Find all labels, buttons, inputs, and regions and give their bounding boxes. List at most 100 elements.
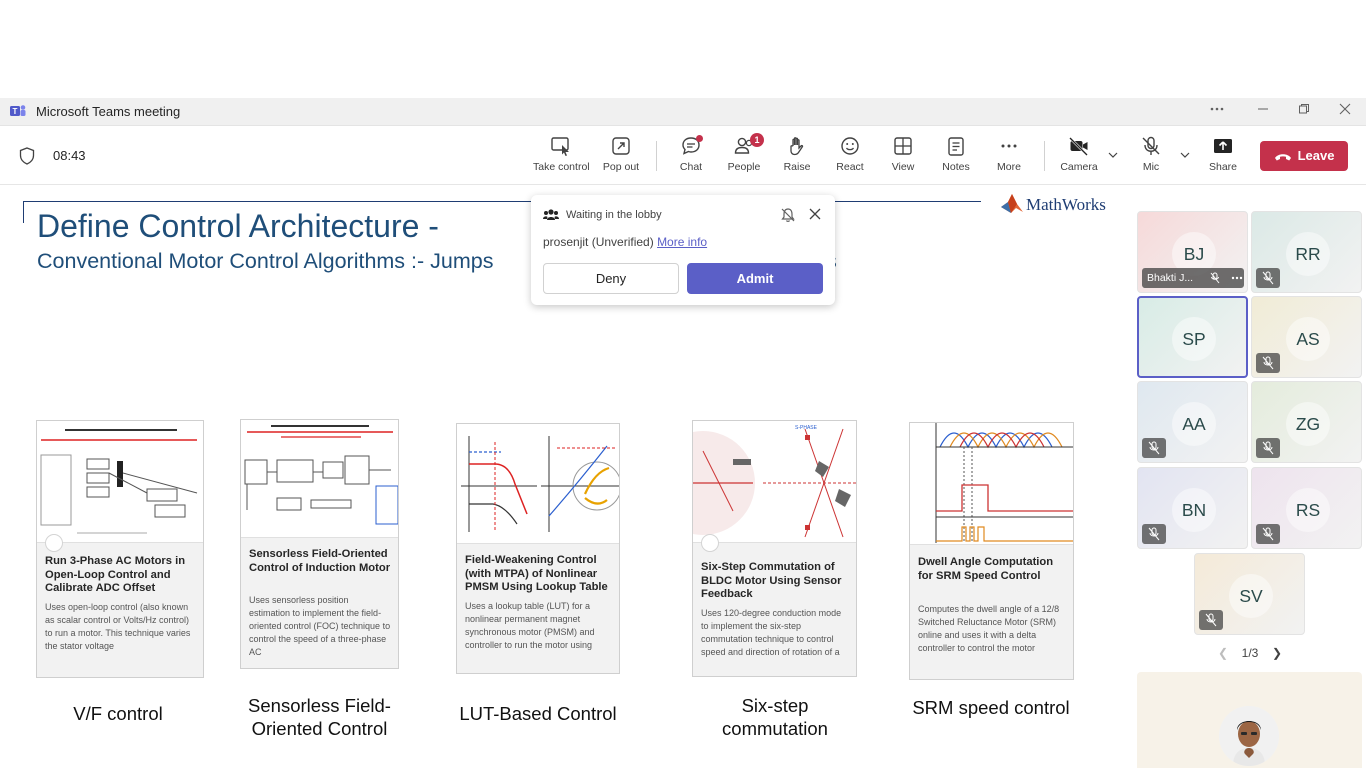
mic-off-icon [1148, 441, 1160, 455]
card-thumbnail [910, 423, 1073, 545]
mute-notifications-icon[interactable] [780, 207, 796, 223]
participant-tile[interactable]: BJ Bhakti J... [1137, 211, 1248, 293]
six-step-commutation-thumbnail: S-PHASE [693, 425, 856, 538]
field-weakening-plot-thumbnail [461, 436, 619, 532]
self-video-tile[interactable] [1137, 672, 1362, 768]
membrane-logo-icon [1001, 194, 1023, 213]
participant-tile[interactable]: SV [1194, 553, 1305, 635]
mic-off-indicator [1256, 268, 1280, 288]
previous-page-chevron-icon[interactable]: ❮ [1218, 646, 1228, 660]
participant-tile[interactable]: RS [1251, 467, 1362, 549]
smiley-icon [841, 137, 859, 155]
mic-off-icon [1262, 356, 1274, 370]
mic-off-icon [1262, 527, 1274, 541]
mic-off-icon [1210, 272, 1220, 284]
share-screen-icon [1214, 139, 1232, 153]
minimize-button[interactable] [1253, 102, 1273, 120]
person-photo [1219, 706, 1279, 766]
card-thumbnail [241, 420, 398, 538]
close-icon[interactable] [808, 207, 822, 221]
close-button[interactable] [1335, 102, 1355, 120]
people-button[interactable]: 1 People [716, 133, 772, 179]
participant-tile[interactable]: AS [1251, 296, 1362, 378]
mathworks-logo: MathWorks [1000, 192, 1106, 216]
slide-header-rule [23, 201, 24, 223]
more-info-link[interactable]: More info [657, 235, 707, 249]
camera-off-icon [1069, 137, 1088, 156]
mic-button[interactable]: Mic [1123, 135, 1179, 179]
participant-tile[interactable]: SP [1137, 296, 1248, 378]
notes-button[interactable]: Notes [928, 135, 984, 179]
card-thumbnail [37, 421, 203, 543]
srm-dwell-angle-plot-thumbnail [935, 423, 1073, 543]
toolbar-divider [1044, 141, 1045, 171]
meeting-toolbar: 08:43 Take control Pop out Chat 1 People… [0, 127, 1366, 185]
hang-up-icon [1274, 153, 1291, 161]
meeting-timer: 08:43 [53, 148, 86, 163]
avatar: SV [1229, 574, 1273, 618]
more-button[interactable]: More [981, 135, 1037, 179]
raise-hand-button[interactable]: Raise [769, 135, 825, 179]
mic-off-icon [1262, 441, 1274, 455]
people-icon [543, 209, 559, 220]
example-card: Sensorless Field-Oriented Control of Ind… [240, 419, 399, 669]
avatar: AS [1286, 317, 1330, 361]
example-card: Field-Weakening Control (with MTPA) of N… [456, 423, 620, 674]
mic-off-icon [1148, 527, 1160, 541]
title-bar: T Microsoft Teams meeting [0, 98, 1366, 126]
example-card: Dwell Angle Computation for SRM Speed Co… [909, 422, 1074, 680]
participant-tile[interactable]: AA [1137, 381, 1248, 463]
window-more-icon[interactable] [1207, 102, 1227, 120]
example-card: Run 3-Phase AC Motors in Open-Loop Contr… [36, 420, 204, 678]
avatar: BN [1172, 488, 1216, 532]
grid-view-icon [894, 137, 912, 155]
mic-off-icon [1262, 271, 1274, 285]
restore-button[interactable] [1294, 102, 1314, 120]
camera-options-chevron-icon[interactable] [1107, 149, 1119, 161]
camera-button[interactable]: Camera [1051, 135, 1107, 179]
slide-header-rule [23, 201, 981, 202]
mic-off-indicator [1256, 353, 1280, 373]
participant-tile[interactable]: RR [1251, 211, 1362, 293]
card-thumbnail: S-PHASE [693, 421, 856, 543]
leave-button[interactable]: Leave [1260, 141, 1348, 171]
share-button[interactable]: Share [1195, 135, 1251, 179]
example-card: S-PHASE Six-Step Commutation of BLDC Mot… [692, 420, 857, 677]
view-button[interactable]: View [875, 135, 931, 179]
svg-text:S-PHASE: S-PHASE [795, 425, 818, 431]
pin-icon [45, 534, 63, 552]
toolbar-divider [656, 141, 657, 171]
admit-button[interactable]: Admit [687, 263, 823, 294]
participant-tile[interactable]: ZG [1251, 381, 1362, 463]
svg-text:T: T [13, 107, 18, 116]
slide-title: Define Control Architecture - [37, 208, 439, 244]
pin-icon [701, 534, 719, 552]
mic-off-indicator [1142, 524, 1166, 544]
card-thumbnail [457, 424, 619, 544]
mic-off-indicator [1256, 524, 1280, 544]
simulink-model-thumbnail [244, 425, 398, 525]
card-caption: SRM speed control [912, 697, 1070, 718]
ellipsis-icon [1001, 144, 1017, 148]
mic-off-indicator [1142, 438, 1166, 458]
chat-button[interactable]: Chat [663, 135, 719, 179]
participant-nameplate: Bhakti J... [1142, 268, 1244, 288]
lobby-person: prosenjit (Unverified) More info [543, 235, 708, 249]
window-title: Microsoft Teams meeting [36, 104, 181, 119]
people-badge: 1 [750, 133, 764, 147]
mic-options-chevron-icon[interactable] [1179, 149, 1191, 161]
lobby-notification: Waiting in the lobby prosenjit (Unverifi… [531, 195, 835, 305]
take-control-icon [551, 137, 569, 156]
shield-icon[interactable] [19, 147, 35, 165]
mic-off-indicator [1199, 610, 1223, 630]
ellipsis-icon[interactable] [1231, 276, 1243, 280]
next-page-chevron-icon[interactable]: ❯ [1272, 646, 1282, 660]
card-caption: Six-step commutation [722, 695, 828, 739]
deny-button[interactable]: Deny [543, 263, 679, 294]
raise-hand-icon [790, 137, 804, 156]
pop-out-button[interactable]: Pop out [593, 135, 649, 179]
participant-tile[interactable]: BN [1137, 467, 1248, 549]
card-caption: LUT-Based Control [459, 703, 617, 724]
react-button[interactable]: React [822, 135, 878, 179]
take-control-button[interactable]: Take control [533, 135, 590, 179]
